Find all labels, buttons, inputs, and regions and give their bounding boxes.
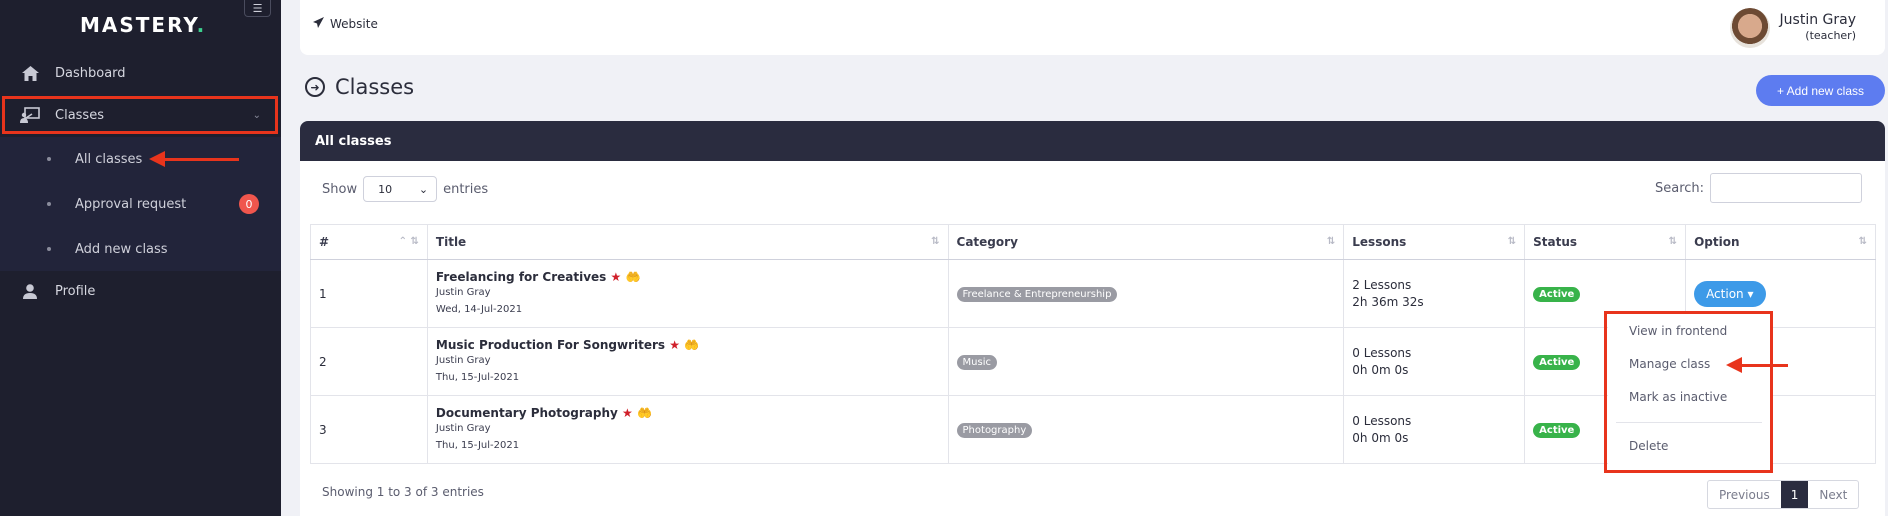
course-title[interactable]: Music Production For Songwriters ★ 🤲 xyxy=(436,338,948,352)
column-header-title[interactable]: Title ⇅ xyxy=(426,224,949,260)
arrow-pointer-manage-class xyxy=(1726,357,1788,373)
hand-heart-icon: 🤲 xyxy=(625,269,641,284)
lesson-duration: 2h 36m 32s xyxy=(1352,294,1424,309)
add-new-class-button[interactable]: + Add new class xyxy=(1756,75,1885,106)
column-header-category[interactable]: Category ⇅ xyxy=(947,224,1345,260)
home-icon xyxy=(20,63,40,83)
sort-icon: ⇅ xyxy=(1326,236,1336,247)
app-logo[interactable]: MASTERY. xyxy=(80,13,206,37)
row-number: 2 xyxy=(310,327,428,396)
arrow-pointer-all-classes xyxy=(149,151,239,167)
course-date: Thu, 15-Jul-2021 xyxy=(435,439,520,451)
course-date: Thu, 15-Jul-2021 xyxy=(435,371,520,383)
hand-heart-icon: 🤲 xyxy=(636,405,652,420)
star-icon: ★ xyxy=(610,269,622,284)
category-badge: Freelance & Entrepreneurship xyxy=(956,286,1118,302)
sort-icon: ⌃ ⇅ xyxy=(398,236,419,247)
status-badge: Active xyxy=(1533,286,1581,302)
sort-icon: ⇅ xyxy=(931,236,940,247)
pagination-next[interactable]: Next xyxy=(1808,481,1858,508)
sidebar-item-profile[interactable]: Profile xyxy=(0,271,281,311)
bullet-icon xyxy=(47,202,51,206)
column-header-lessons[interactable]: Lessons ⇅ xyxy=(1343,224,1526,260)
course-date: Wed, 14-Jul-2021 xyxy=(435,303,523,315)
sidebar-item-add-new-class[interactable]: Add new class xyxy=(0,234,281,264)
sort-icon: ⇅ xyxy=(1507,236,1517,247)
showing-entries-info: Showing 1 to 3 of 3 entries xyxy=(322,485,484,499)
send-icon xyxy=(313,17,324,31)
menu-icon[interactable]: ☰ xyxy=(244,0,271,17)
avatar xyxy=(1729,8,1770,48)
lesson-count: 2 Lessons xyxy=(1352,277,1412,292)
sort-icon: ⇅ xyxy=(1668,236,1678,247)
sidebar-item-dashboard[interactable]: Dashboard xyxy=(0,53,281,93)
highlight-box-classes xyxy=(2,96,278,134)
chevron-down-icon: ⌄ xyxy=(418,182,429,196)
course-title[interactable]: Freelancing for Creatives ★ 🤲 xyxy=(436,270,948,284)
topbar: Website Justin Gray (teacher) xyxy=(300,0,1885,55)
hand-heart-icon: 🤲 xyxy=(684,337,700,352)
pagination-page-1[interactable]: 1 xyxy=(1780,481,1809,508)
bullet-icon xyxy=(47,157,51,161)
course-author: Justin Gray xyxy=(435,422,491,434)
category-badge: Photography xyxy=(956,422,1033,438)
caret-down-icon: ▾ xyxy=(1747,286,1754,301)
action-dropdown-button[interactable]: Action ▾ xyxy=(1694,280,1766,307)
approval-count-badge: 0 xyxy=(239,194,259,214)
user-icon xyxy=(20,281,40,301)
sidebar: MASTERY. ☰ Dashboard Classes ⌄ All class… xyxy=(0,0,281,516)
page-size-select[interactable]: 10 ⌄ xyxy=(363,176,438,202)
row-number: 3 xyxy=(310,395,428,464)
lesson-duration: 0h 0m 0s xyxy=(1352,430,1409,445)
star-icon: ★ xyxy=(669,337,681,352)
sort-icon: ⇅ xyxy=(1858,236,1867,247)
column-header-number[interactable]: # ⌃ ⇅ xyxy=(310,224,428,260)
row-number: 1 xyxy=(310,259,428,328)
lesson-count: 0 Lessons xyxy=(1352,413,1412,428)
bullet-icon xyxy=(47,247,51,251)
category-badge: Music xyxy=(956,354,997,370)
show-entries: Show 10 ⌄ entries xyxy=(322,176,488,202)
pagination-previous[interactable]: Previous xyxy=(1708,481,1781,508)
user-role: (teacher) xyxy=(1805,29,1856,42)
user-menu[interactable]: Justin Gray (teacher) xyxy=(1729,8,1856,48)
course-author: Justin Gray xyxy=(435,354,491,366)
status-badge: Active xyxy=(1533,354,1581,370)
pagination: Previous 1 Next xyxy=(1707,480,1860,509)
search: Search: xyxy=(1655,173,1863,203)
status-badge: Active xyxy=(1533,422,1581,438)
column-header-status[interactable]: Status ⇅ xyxy=(1524,224,1687,260)
lesson-count: 0 Lessons xyxy=(1352,345,1412,360)
arrow-circle-right-icon: ➜ xyxy=(305,77,325,97)
column-header-option[interactable]: Option ⇅ xyxy=(1685,224,1876,260)
lesson-duration: 0h 0m 0s xyxy=(1352,362,1409,377)
website-link[interactable]: Website xyxy=(313,17,378,31)
course-author: Justin Gray xyxy=(435,286,491,298)
sidebar-item-approval-request[interactable]: Approval request 0 xyxy=(0,189,281,219)
search-input[interactable] xyxy=(1710,173,1863,203)
user-name: Justin Gray xyxy=(1779,12,1856,28)
course-title[interactable]: Documentary Photography ★ 🤲 xyxy=(436,406,948,420)
page-title: ➜ Classes xyxy=(305,75,414,99)
highlight-box-dropdown xyxy=(1604,311,1773,473)
star-icon: ★ xyxy=(622,405,633,420)
card-header: All classes xyxy=(300,121,1885,161)
